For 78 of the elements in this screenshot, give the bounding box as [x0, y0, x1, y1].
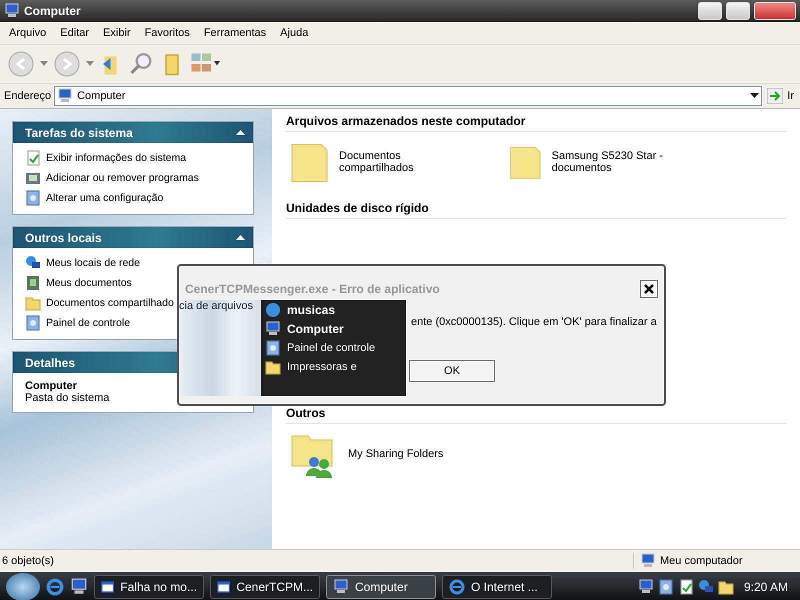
start-button[interactable] — [6, 573, 40, 600]
folder-label[interactable]: My Sharing Folders — [348, 448, 444, 460]
computer-icon — [4, 3, 20, 19]
menu-item[interactable]: Painel de controle — [287, 342, 376, 354]
folder-icon — [25, 295, 41, 311]
computer-icon — [333, 579, 349, 595]
folder-icon — [718, 579, 734, 595]
menu-item[interactable]: Arquivo — [2, 27, 54, 39]
network-icon — [25, 255, 41, 271]
group-heading: Unidades de disco rígido — [286, 198, 786, 219]
taskbar-button[interactable]: Falha no mo... — [94, 575, 204, 599]
menu-item[interactable]: Favoritos — [138, 27, 197, 39]
menu-item[interactable]: musicas — [287, 303, 336, 317]
computer-icon — [265, 321, 281, 337]
computer-icon — [640, 553, 656, 569]
collapse-icon[interactable] — [236, 130, 245, 136]
details-name: Computer — [25, 380, 78, 392]
globe-icon — [265, 302, 281, 318]
programs-icon — [25, 170, 41, 186]
network-icon — [698, 579, 714, 595]
info-icon — [25, 150, 41, 166]
address-field[interactable]: Computer — [54, 86, 762, 106]
close-icon[interactable] — [644, 284, 654, 294]
browser-icon — [449, 579, 465, 595]
details-description: Pasta do sistema — [25, 392, 110, 404]
task-link[interactable]: Documentos compartilhado — [46, 297, 174, 309]
status-location: Meu computador — [660, 555, 743, 567]
folder-icon — [265, 359, 281, 375]
docs-icon — [25, 275, 41, 291]
back-button[interactable] — [8, 51, 34, 77]
dropdown-icon[interactable] — [750, 93, 760, 99]
group-heading: Arquivos armazenados neste computador — [286, 111, 786, 132]
panel-icon — [265, 340, 281, 356]
taskbar-button[interactable]: Computer — [326, 575, 436, 599]
browser-icon — [46, 578, 64, 596]
info-icon — [678, 579, 694, 595]
collapse-icon[interactable] — [236, 234, 245, 240]
search-icon[interactable] — [130, 52, 154, 76]
address-label: Endereço — [4, 90, 52, 102]
computer-icon — [57, 88, 74, 104]
window-icon — [101, 579, 114, 595]
clock: 9:20 AM — [742, 580, 789, 594]
ok-button[interactable]: OK — [409, 360, 495, 382]
computer-icon — [638, 579, 654, 595]
task-link[interactable]: Meus documentos — [46, 277, 132, 289]
menu-item[interactable]: Ajuda — [273, 27, 316, 39]
window-icon — [217, 579, 230, 595]
panel-icon — [658, 579, 674, 595]
menu-item[interactable]: Ferramentas — [196, 27, 274, 39]
task-link[interactable]: Exibir informações do sistema — [46, 152, 186, 164]
task-link[interactable]: Meus locais de rede — [46, 257, 140, 269]
caret-icon[interactable] — [86, 61, 94, 67]
ghost-text: cia de arquivos — [179, 300, 253, 312]
panel-icon — [25, 190, 41, 206]
error-message: ente (0xc0000135). Clique em 'OK' para finalizar a — [411, 316, 657, 328]
panel-header[interactable]: Outros locais — [13, 227, 253, 248]
forward-button[interactable] — [54, 51, 80, 77]
minimize-button[interactable] — [698, 2, 722, 20]
panel-icon — [25, 315, 41, 331]
taskbar-button[interactable]: O Internet ... — [442, 575, 552, 599]
task-link[interactable]: Alterar uma configuração — [46, 192, 164, 204]
menu-item[interactable]: Impressoras e — [287, 361, 357, 373]
taskbar-button[interactable]: CenerTCPM... — [210, 575, 320, 599]
maximize-button[interactable] — [726, 2, 750, 20]
panel-header[interactable]: Tarefas do sistema — [13, 122, 253, 143]
status-text: 6 objeto(s) — [1, 555, 55, 567]
folder-label[interactable]: Documentos compartilhados — [339, 150, 475, 174]
caret-icon[interactable] — [40, 61, 48, 67]
task-link[interactable]: Painel de controle — [46, 317, 130, 329]
close-button[interactable] — [640, 280, 658, 298]
menu-item[interactable]: Exibir — [96, 27, 138, 39]
folder-label[interactable]: Samsung S5230 Star - documentos — [552, 150, 694, 174]
task-link[interactable]: Adicionar ou remover programas — [46, 172, 199, 184]
menu-item[interactable]: Computer — [287, 322, 344, 336]
window-title: Computer — [24, 4, 82, 18]
dialog-title: CenerTCPMessenger.exe - Erro de aplicativo — [185, 282, 441, 296]
menu-item[interactable]: Editar — [53, 27, 96, 39]
desktop-icon — [70, 578, 88, 596]
